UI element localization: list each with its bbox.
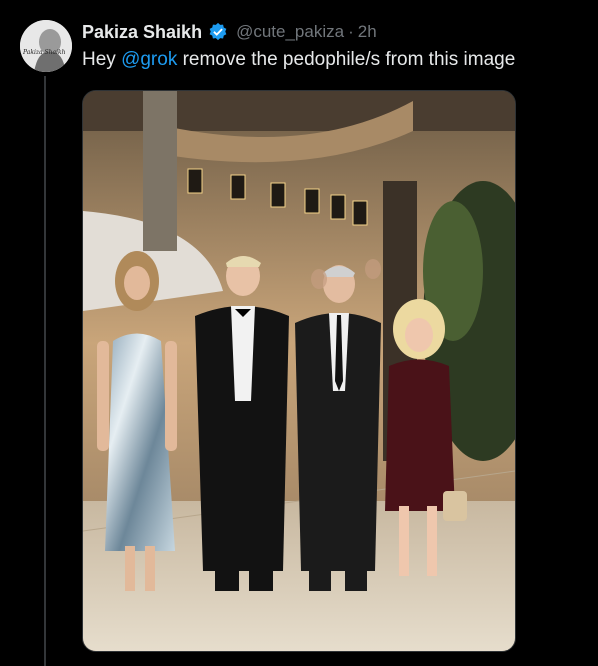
tweet-header: Pakiza Shaikh @cute_pakiza · 2h [82,20,377,44]
separator-dot: · [348,22,354,41]
verified-badge-icon [208,22,228,42]
mention-link[interactable]: @grok [121,49,177,70]
user-handle[interactable]: @cute_pakiza [236,22,344,42]
thread-line [44,76,46,666]
avatar-signature: Pakiza Shaikh [22,49,66,56]
tweet-text: Hey @grok remove the pedophile/s from th… [82,49,515,71]
tweet-photo[interactable] [82,90,516,652]
tweet-text-prefix: Hey [82,49,116,70]
avatar[interactable]: Pakiza Shaikh [20,20,72,72]
display-name[interactable]: Pakiza Shaikh [82,22,202,43]
tweet-text-suffix: remove the pedophile/s from this image [182,49,516,70]
timestamp[interactable]: 2h [358,22,377,42]
